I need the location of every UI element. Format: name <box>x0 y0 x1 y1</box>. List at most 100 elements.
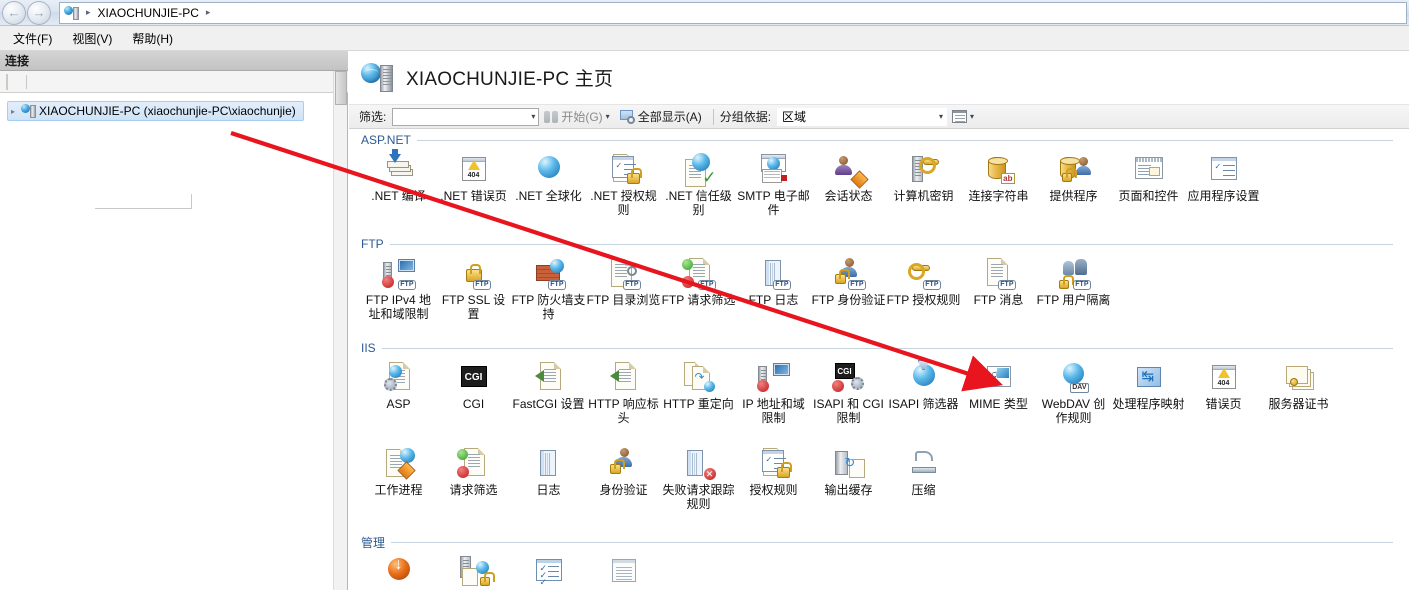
feature-webdav-authoring-rules[interactable]: DAV WebDAV 创作规则 <box>1036 359 1111 445</box>
feature-http-response-headers[interactable]: HTTP 响应标头 <box>586 359 661 445</box>
back-button[interactable]: ← <box>2 0 26 25</box>
group-by-label: 分组依据: <box>719 110 772 124</box>
feature-label: 身份验证 <box>599 483 648 497</box>
feature-label: FTP 授权规则 <box>886 293 961 307</box>
breadcrumb-bar[interactable]: ▸ XIAOCHUNJIE-PC ▸ <box>59 1 1407 24</box>
isapi-cgi-restrictions-icon: CGI <box>831 361 865 393</box>
feature-ftp-authorization-rules[interactable]: FTP FTP 授权规则 <box>886 255 961 337</box>
feature-web-platform-installer[interactable]: Web 平台安 <box>361 553 436 590</box>
feature-providers[interactable]: 提供程序 <box>1036 151 1111 233</box>
feature-request-filtering[interactable]: 请求筛选 <box>436 445 511 531</box>
go-dropdown-caret-icon[interactable]: ▾ <box>606 112 610 121</box>
configuration-editor-icon <box>608 555 640 587</box>
feature-label: 输出缓存 <box>824 483 873 497</box>
feature-worker-processes[interactable]: 工作进程 <box>361 445 436 531</box>
feature-ftp-ipv4-restrictions[interactable]: FTP FTP IPv4 地址和域限制 <box>361 255 436 337</box>
feature-connection-strings[interactable]: ab 连接字符串 <box>961 151 1036 233</box>
group-by-caret-icon[interactable]: ▾ <box>939 112 943 121</box>
filter-go-label: 开始(G) <box>561 110 603 124</box>
feature-failed-request-tracing-rules[interactable]: ✕ 失败请求跟踪规则 <box>661 445 736 531</box>
feature-net-error-pages[interactable]: 404 .NET 错误页 <box>436 151 511 233</box>
menu-view[interactable]: 视图(V) <box>63 27 121 50</box>
feature-ip-address-domain-restrictions[interactable]: IP 地址和域限制 <box>736 359 811 445</box>
connections-scrollbar-thumb[interactable] <box>335 71 347 105</box>
breadcrumb-item-server[interactable]: XIAOCHUNJIE-PC <box>98 6 199 20</box>
feature-mime-types[interactable]: ♫ MIME 类型 <box>961 359 1036 445</box>
connections-pane: 连接 ▸ XIAOCHUNJIE-PC (xiaochunjie-PC\xiao… <box>0 51 348 590</box>
group-tiles-ftp: FTP FTP IPv4 地址和域限制 FTP FTP SSL 设置 FTP F… <box>361 251 1409 337</box>
feature-net-trust-levels[interactable]: ✓ .NET 信任级别 <box>661 151 736 233</box>
feature-net-globalization[interactable]: .NET 全球化 <box>511 151 586 233</box>
feature-http-redirect[interactable]: ↷ HTTP 重定向 <box>661 359 736 445</box>
feature-ftp-request-filtering[interactable]: FTP FTP 请求筛选 <box>661 255 736 337</box>
view-mode-button[interactable]: ▾ <box>947 107 979 127</box>
feature-net-authorization-rules[interactable]: ✓ .NET 授权规则 <box>586 151 661 233</box>
ftp-request-filtering-icon: FTP <box>681 257 716 290</box>
feature-asp[interactable]: ASP <box>361 359 436 445</box>
feature-label: FTP 消息 <box>973 293 1024 307</box>
feature-isapi-filters[interactable]: ISAPI 筛选器 <box>886 359 961 445</box>
feature-pages-and-controls[interactable]: 页面和控件 <box>1111 151 1186 233</box>
feature-isapi-cgi-restrictions[interactable]: CGI ISAPI 和 CGI 限制 <box>811 359 886 445</box>
feature-label: 计算机密钥 <box>893 189 954 203</box>
net-authorization-rules-icon: ✓ <box>608 153 642 185</box>
filter-input[interactable]: ▾ <box>392 107 540 126</box>
group-by-value: 区域 <box>782 110 807 124</box>
feature-label: IP 地址和域限制 <box>742 397 805 425</box>
menu-file[interactable]: 文件(F) <box>4 27 61 50</box>
ftp-authentication-icon: FTP <box>833 257 866 290</box>
error-pages-icon: 404 <box>1208 361 1240 393</box>
server-certificates-icon <box>1283 361 1315 393</box>
group-by-select[interactable]: 区域 ▾ <box>777 107 948 126</box>
feature-label: .NET 错误页 <box>440 189 507 203</box>
net-trust-levels-icon: ✓ <box>683 153 717 187</box>
filter-dropdown-caret-icon[interactable]: ▾ <box>531 112 535 121</box>
ftp-messages-icon: FTP <box>983 257 1016 290</box>
feature-label: .NET 全球化 <box>515 189 582 203</box>
feature-ftp-messages[interactable]: FTP FTP 消息 <box>961 255 1036 337</box>
feature-feature-delegation[interactable]: 功能委派 <box>436 553 511 590</box>
tree-item-server[interactable]: ▸ XIAOCHUNJIE-PC (xiaochunjie-PC\xiaochu… <box>7 101 304 121</box>
feature-ftp-firewall-support[interactable]: FTP FTP 防火墙支持 <box>511 255 586 337</box>
feature-application-settings[interactable]: ✓ 应用程序设置 <box>1186 151 1261 233</box>
group-label-ftp: FTP <box>361 237 384 251</box>
feature-shared-configuration[interactable]: ✓✓✓ 共享的配置 <box>511 553 586 590</box>
feature-error-pages[interactable]: 404 错误页 <box>1186 359 1261 445</box>
forward-button[interactable]: → <box>27 0 51 25</box>
feature-ftp-user-isolation[interactable]: FTP FTP 用户隔离 <box>1036 255 1111 337</box>
feature-session-state[interactable]: 会话状态 <box>811 151 886 233</box>
session-state-icon <box>833 153 869 189</box>
ftp-logging-icon: FTP <box>758 257 791 290</box>
chevron-right-icon[interactable]: ▸ <box>8 107 18 116</box>
group-tiles-iis: ASP CGI CGI FastCGI 设置 HTTP 响应标头 ↷ HTTP … <box>361 355 1409 531</box>
menu-help[interactable]: 帮助(H) <box>123 27 182 50</box>
authentication-icon <box>608 447 640 479</box>
group-header-ftp: FTP <box>361 233 1409 251</box>
view-mode-caret-icon[interactable]: ▾ <box>970 112 974 121</box>
filter-go-button[interactable]: 开始(G) ▾ <box>539 107 614 127</box>
feature-compression[interactable]: 压缩 <box>886 445 961 531</box>
feature-smtp-email[interactable]: SMTP 电子邮件 <box>736 151 811 233</box>
group-label-iis: IIS <box>361 341 376 355</box>
feature-ftp-directory-browsing[interactable]: FTP FTP 目录浏览 <box>586 255 661 337</box>
feature-machine-key[interactable]: 计算机密钥 <box>886 151 961 233</box>
feature-authentication[interactable]: 身份验证 <box>586 445 661 531</box>
feature-logging[interactable]: 日志 <box>511 445 586 531</box>
save-connection-icon[interactable] <box>6 73 20 90</box>
feature-handler-mappings[interactable]: 处理程序映射 <box>1111 359 1186 445</box>
feature-fastcgi-settings[interactable]: FastCGI 设置 <box>511 359 586 445</box>
feature-net-compilation[interactable]: .NET 编译 <box>361 149 436 233</box>
feature-ftp-logging[interactable]: FTP FTP 日志 <box>736 255 811 337</box>
feature-cgi[interactable]: CGI CGI <box>436 359 511 445</box>
feature-ftp-authentication[interactable]: FTP FTP 身份验证 <box>811 255 886 337</box>
feature-label: SMTP 电子邮件 <box>737 189 810 217</box>
feature-output-caching[interactable]: ↻ 输出缓存 <box>811 445 886 531</box>
feature-authorization-rules[interactable]: ✓ 授权规则 <box>736 445 811 531</box>
feature-ftp-ssl-settings[interactable]: FTP FTP SSL 设置 <box>436 255 511 337</box>
feature-configuration-editor[interactable]: 配置编辑器 <box>586 553 661 590</box>
show-all-button[interactable]: 全部显示(A) <box>615 107 707 127</box>
connections-scrollbar[interactable] <box>333 71 347 590</box>
group-divider <box>389 243 1393 245</box>
feature-server-certificates[interactable]: 服务器证书 <box>1261 359 1336 445</box>
server-home-icon <box>361 62 395 94</box>
